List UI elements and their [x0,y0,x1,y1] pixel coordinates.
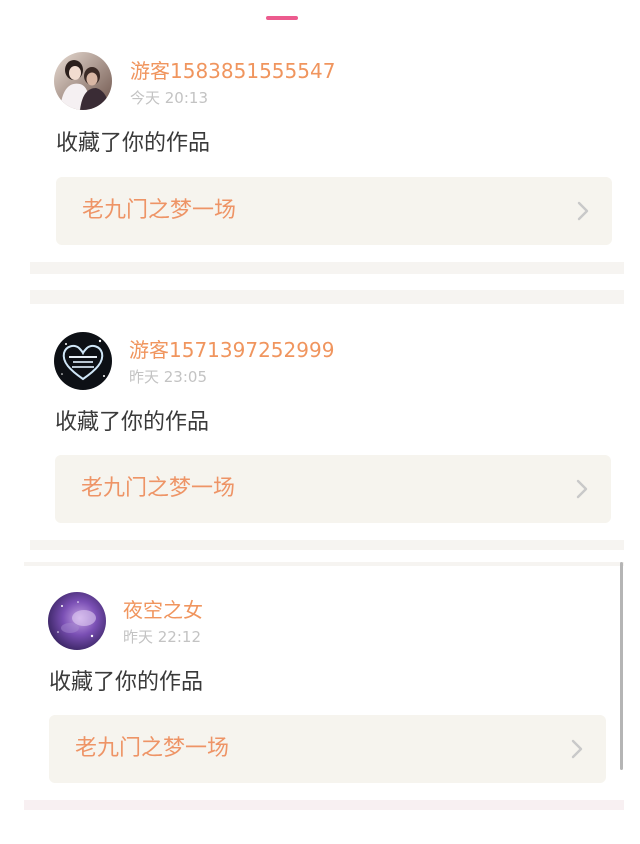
notification-card: 夜空之女 昨天 22:12 收藏了你的作品 老九门之梦一场 [24,566,624,800]
notification-card: 游客1583851555547 今天 20:13 收藏了你的作品 老九门之梦一场 [30,38,624,260]
active-tab-indicator [266,16,298,20]
chevron-right-icon [576,479,588,499]
timestamp: 今天 20:13 [130,89,208,107]
username[interactable]: 游客1571397252999 [129,338,334,362]
user-avatar[interactable] [54,332,112,390]
card-divider [30,540,624,550]
scrollbar[interactable] [620,562,623,770]
timestamp: 昨天 22:12 [123,628,201,646]
username[interactable]: 游客1583851555547 [130,59,335,83]
galaxy-avatar [48,592,106,650]
user-avatar[interactable] [48,592,106,650]
action-text: 收藏了你的作品 [55,410,210,435]
couple-photo-avatar [54,52,112,110]
heart-sparkle-avatar [54,332,112,390]
work-link[interactable]: 老九门之梦一场 [49,715,606,783]
card-divider [30,290,624,304]
card-divider [30,262,624,274]
chevron-right-icon [571,739,583,759]
work-title: 老九门之梦一场 [75,736,230,761]
action-text: 收藏了你的作品 [56,131,211,156]
card-divider [24,800,624,810]
work-title: 老九门之梦一场 [81,476,236,501]
work-link[interactable]: 老九门之梦一场 [56,177,612,245]
work-link[interactable]: 老九门之梦一场 [55,455,611,523]
user-avatar[interactable] [54,52,112,110]
timestamp: 昨天 23:05 [129,368,207,386]
notification-feed: 游客1583851555547 今天 20:13 收藏了你的作品 老九门之梦一场 [0,0,640,844]
work-title: 老九门之梦一场 [82,198,237,223]
action-text: 收藏了你的作品 [49,670,204,695]
username[interactable]: 夜空之女 [123,598,203,622]
chevron-right-icon [577,201,589,221]
notification-card: 游客1571397252999 昨天 23:05 收藏了你的作品 老九门之梦一场 [30,306,624,536]
